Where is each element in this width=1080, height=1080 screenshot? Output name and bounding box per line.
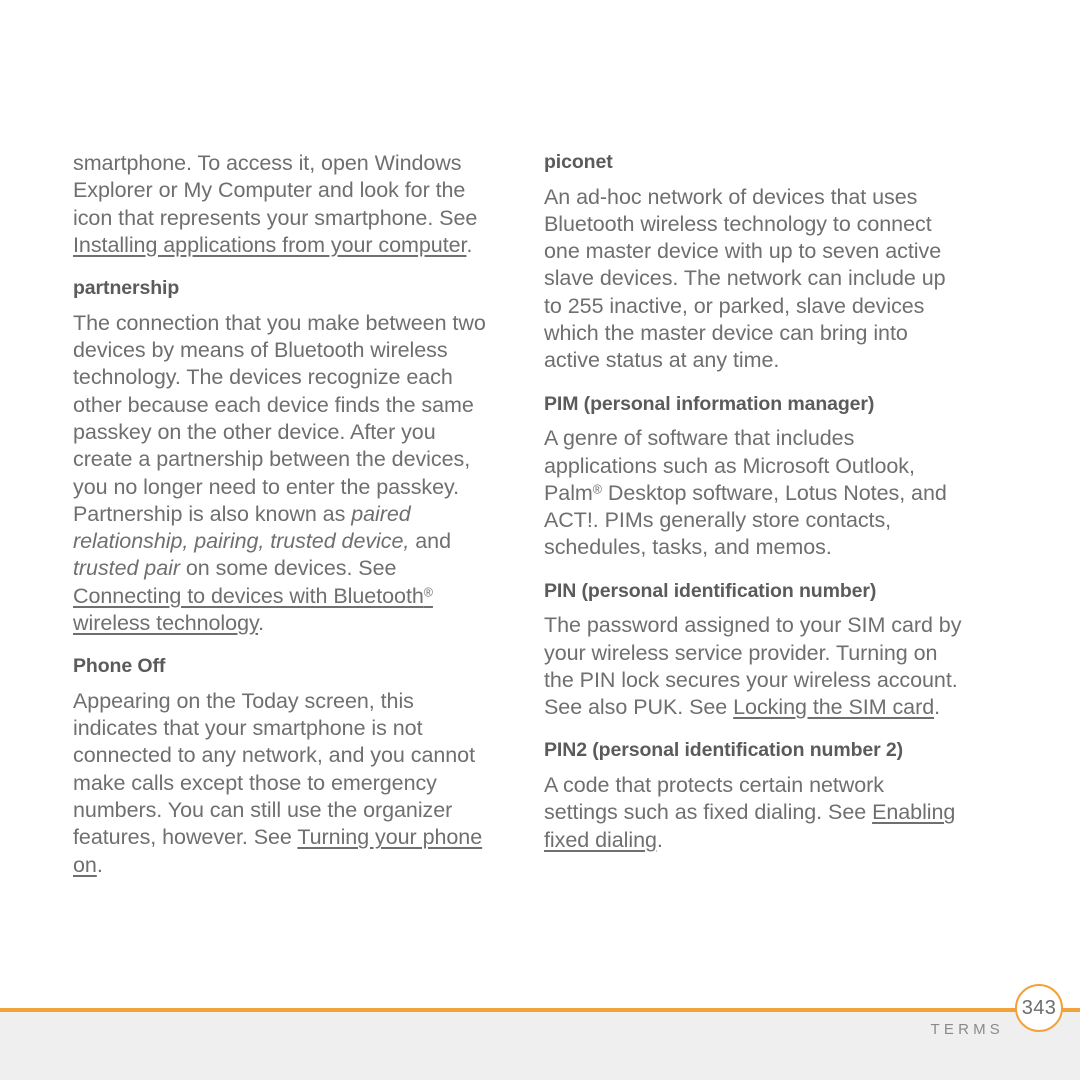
definition-phone-off-text-2: .: [96, 852, 103, 877]
footer-section-label: TERMS: [930, 1021, 1004, 1038]
definition-pin-text-2: .: [934, 695, 941, 720]
definition-pin2-text-1: A code that protects certain network set…: [544, 773, 884, 825]
definition-partnership-text-2: and: [409, 529, 451, 554]
definition-partnership-text-1: The connection that you make between two…: [73, 310, 486, 526]
definition-partnership-italic-2: trusted pair: [73, 556, 180, 581]
term-pim: PIM (personal information manager): [544, 392, 875, 415]
definition-pin2-text-2: .: [656, 827, 663, 852]
definition-phone-off: Appearing on the Today screen, this indi…: [73, 688, 491, 879]
continued-paragraph: smartphone. To access it, open Windows E…: [73, 150, 491, 259]
link-text-part-1: Connecting to devices with Bluetooth: [73, 583, 424, 608]
definition-pim: A genre of software that includes applic…: [544, 425, 962, 561]
two-column-body: smartphone. To access it, open Windows E…: [73, 150, 1007, 879]
link-text-part-2: wireless technology: [73, 611, 259, 636]
page-footer: TERMS 343: [0, 984, 1080, 1080]
link-installing-applications[interactable]: Installing applications from your comput…: [73, 233, 467, 257]
link-locking-the-sim-card[interactable]: Locking the SIM card: [733, 695, 934, 719]
term-phone-off: Phone Off: [73, 655, 166, 678]
definition-pim-text-2: Desktop software, Lotus Notes, and ACT!.…: [544, 480, 947, 560]
footer-band: [0, 1012, 1080, 1080]
registered-trademark-icon: ®: [592, 482, 602, 497]
term-piconet: piconet: [544, 151, 613, 173]
definition-piconet-text-1: An ad-hoc network of devices that uses B…: [544, 184, 946, 373]
term-pin2: PIN2 (personal identification number 2): [544, 739, 904, 762]
definition-pin2: A code that protects certain network set…: [544, 772, 962, 854]
definition-partnership: The connection that you make between two…: [73, 310, 491, 638]
definition-partnership-text-4: .: [258, 611, 265, 636]
definition-piconet: An ad-hoc network of devices that uses B…: [544, 184, 962, 375]
continued-paragraph-text: smartphone. To access it, open Windows E…: [73, 151, 478, 230]
left-column: smartphone. To access it, open Windows E…: [73, 150, 491, 879]
definition-partnership-text-3: on some devices. See: [179, 556, 397, 581]
page-number-badge: 343: [1015, 984, 1063, 1032]
continued-paragraph-tail: .: [466, 232, 473, 257]
link-connecting-to-devices-with-bluetooth[interactable]: Connecting to devices with Bluetooth® wi…: [73, 584, 433, 635]
right-column: piconet An ad-hoc network of devices tha…: [544, 150, 962, 854]
term-partnership: partnership: [73, 277, 180, 300]
term-pin: PIN (personal identification number): [544, 579, 877, 602]
registered-trademark-icon: ®: [423, 585, 433, 600]
definition-pin: The password assigned to your SIM card b…: [544, 612, 962, 721]
manual-page: smartphone. To access it, open Windows E…: [0, 0, 1080, 1080]
